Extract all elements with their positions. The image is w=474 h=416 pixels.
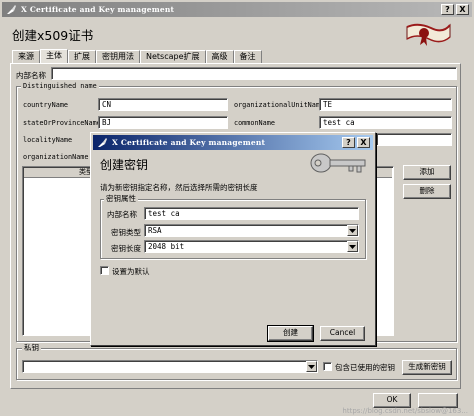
dialog-heading: 创建密钥 bbox=[100, 158, 149, 172]
watermark: https://blog.csdn.net/sbslow@163... bbox=[342, 407, 468, 415]
key-name-label: 内部名称 bbox=[107, 210, 137, 219]
chevron-down-icon[interactable] bbox=[347, 241, 358, 252]
close-button[interactable]: X bbox=[456, 4, 469, 15]
country-name-input[interactable]: CN bbox=[98, 98, 228, 111]
tab-extensions[interactable]: 扩展 bbox=[68, 50, 96, 64]
set-default-label: 设置为默认 bbox=[112, 267, 150, 276]
delete-button[interactable]: 删除 bbox=[403, 184, 451, 199]
dialog-app-icon bbox=[96, 137, 108, 149]
main-window-title: X Certificate and Key management bbox=[21, 5, 175, 14]
common-name-input[interactable]: test ca bbox=[319, 116, 452, 129]
internal-name-input[interactable] bbox=[51, 67, 457, 80]
include-used-keys-label: 包含已使用的密钥 bbox=[335, 363, 395, 372]
locality-label: localityName bbox=[23, 136, 73, 144]
state-input[interactable]: BJ bbox=[98, 116, 228, 129]
key-length-label: 密钥长度 bbox=[111, 244, 141, 253]
dialog-title: X Certificate and Key management bbox=[112, 138, 266, 147]
dialog-help-button[interactable]: ? bbox=[342, 137, 355, 148]
locality-ou-input[interactable] bbox=[376, 133, 452, 146]
tab-source[interactable]: 来源 bbox=[12, 50, 40, 64]
app-icon bbox=[5, 4, 17, 16]
key-icon bbox=[309, 150, 369, 176]
tab-bar: 来源 主体 扩展 密钥用法 Netscape扩展 高级 备注 bbox=[12, 49, 262, 64]
private-key-select[interactable] bbox=[22, 360, 318, 373]
tab-advanced[interactable]: 高级 bbox=[205, 50, 234, 64]
key-properties-title: 密钥属性 bbox=[104, 194, 138, 203]
app-logo bbox=[403, 19, 453, 49]
generate-key-button[interactable]: 生成新密钥 bbox=[402, 360, 452, 375]
ou-label: organizationalUnitName bbox=[234, 101, 325, 109]
tab-comment[interactable]: 备注 bbox=[233, 50, 262, 64]
dialog-instruction: 请为新密钥指定名称，然后选择所需的密钥长度 bbox=[100, 183, 258, 192]
chevron-down-icon[interactable] bbox=[306, 361, 317, 372]
tab-key-usage[interactable]: 密钥用法 bbox=[96, 50, 140, 64]
ok-button[interactable]: OK bbox=[373, 393, 411, 408]
key-type-label: 密钥类型 bbox=[111, 228, 141, 237]
dialog-close-button[interactable]: X bbox=[357, 137, 370, 148]
key-name-input[interactable]: test ca bbox=[144, 207, 359, 220]
tab-netscape[interactable]: Netscape扩展 bbox=[140, 50, 206, 64]
dialog-titlebar[interactable]: X Certificate and Key management ? X bbox=[93, 135, 373, 150]
common-name-label: commonName bbox=[234, 119, 275, 127]
chevron-down-icon[interactable] bbox=[347, 225, 358, 236]
include-used-keys-checkbox[interactable] bbox=[323, 362, 332, 371]
help-button[interactable]: ? bbox=[441, 4, 454, 15]
main-titlebar[interactable]: X Certificate and Key management ? X bbox=[2, 2, 472, 17]
ou-input[interactable]: TE bbox=[319, 98, 452, 111]
organization-label: organizationName bbox=[23, 153, 89, 161]
create-button[interactable]: 创建 bbox=[267, 325, 314, 342]
add-button[interactable]: 添加 bbox=[403, 165, 451, 180]
key-type-select[interactable]: RSA bbox=[144, 224, 359, 237]
country-name-label: countryName bbox=[23, 101, 69, 109]
cancel-button-main[interactable] bbox=[418, 393, 458, 408]
state-label: stateOrProvinceName bbox=[23, 119, 101, 127]
set-default-checkbox[interactable] bbox=[100, 266, 109, 275]
page-title: 创建x509证书 bbox=[12, 28, 94, 43]
internal-name-label: 内部名称 bbox=[16, 71, 46, 80]
cancel-button[interactable]: Cancel bbox=[320, 326, 365, 341]
create-key-dialog: X Certificate and Key management ? X 创建密… bbox=[90, 132, 376, 346]
tab-subject[interactable]: 主体 bbox=[40, 49, 68, 64]
key-length-select[interactable]: 2048 bit bbox=[144, 240, 359, 253]
dn-group-title: Distinguished name bbox=[21, 82, 99, 91]
private-key-group-title: 私钥 bbox=[22, 343, 41, 352]
